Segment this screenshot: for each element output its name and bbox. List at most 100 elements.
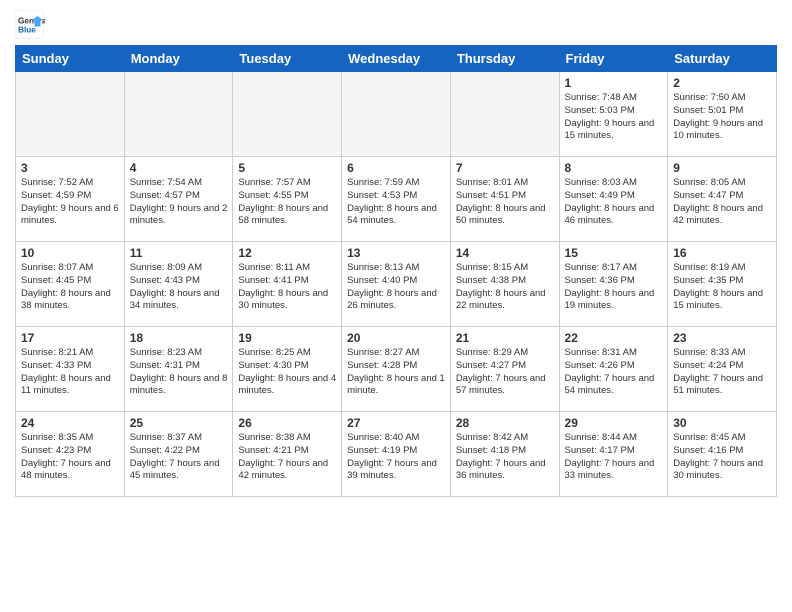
day-number: 22 bbox=[565, 331, 663, 345]
calendar-cell: 24 Sunrise: 8:35 AM Sunset: 4:23 PM Dayli… bbox=[16, 412, 125, 497]
calendar-cell bbox=[342, 72, 451, 157]
calendar-cell bbox=[124, 72, 233, 157]
week-row-1: 1Sunrise: 7:48 AM Sunset: 5:03 PM Daylig… bbox=[16, 72, 777, 157]
calendar-cell: 6 Sunrise: 7:59 AM Sunset: 4:53 PM Daylig… bbox=[342, 157, 451, 242]
calendar: SundayMondayTuesdayWednesdayThursdayFrid… bbox=[15, 45, 777, 497]
weekday-header-saturday: Saturday bbox=[668, 46, 777, 72]
page-container: General Blue SundayMondayTuesdayWednesda… bbox=[0, 0, 792, 502]
day-number: 24 bbox=[21, 416, 119, 430]
calendar-cell: 10Sunrise: 8:07 AM Sunset: 4:45 PM Dayli… bbox=[16, 242, 125, 327]
day-number: 7 bbox=[456, 161, 554, 175]
day-number: 18 bbox=[130, 331, 228, 345]
day-number: 6 bbox=[347, 161, 445, 175]
day-number: 15 bbox=[565, 246, 663, 260]
day-number: 27 bbox=[347, 416, 445, 430]
day-number: 21 bbox=[456, 331, 554, 345]
calendar-cell: 22 Sunrise: 8:31 AM Sunset: 4:26 PM Dayli… bbox=[559, 327, 668, 412]
calendar-cell: 20 Sunrise: 8:27 AM Sunset: 4:28 PM Dayli… bbox=[342, 327, 451, 412]
day-number: 8 bbox=[565, 161, 663, 175]
week-row-5: 24 Sunrise: 8:35 AM Sunset: 4:23 PM Dayli… bbox=[16, 412, 777, 497]
calendar-cell: 14 Sunrise: 8:15 AM Sunset: 4:38 PM Dayli… bbox=[450, 242, 559, 327]
day-info: Sunrise: 8:15 AM Sunset: 4:38 PM Dayligh… bbox=[456, 262, 554, 313]
day-number: 23 bbox=[673, 331, 771, 345]
weekday-header-tuesday: Tuesday bbox=[233, 46, 342, 72]
logo: General Blue bbox=[15, 10, 45, 40]
day-info: Sunrise: 8:19 AM Sunset: 4:35 PM Dayligh… bbox=[673, 262, 771, 313]
day-number: 25 bbox=[130, 416, 228, 430]
calendar-cell: 26 Sunrise: 8:38 AM Sunset: 4:21 PM Dayli… bbox=[233, 412, 342, 497]
day-number: 9 bbox=[673, 161, 771, 175]
weekday-header-row: SundayMondayTuesdayWednesdayThursdayFrid… bbox=[16, 46, 777, 72]
day-info: Sunrise: 7:50 AM Sunset: 5:01 PM Dayligh… bbox=[673, 92, 771, 143]
svg-text:General: General bbox=[18, 17, 45, 26]
svg-text:Blue: Blue bbox=[18, 26, 36, 35]
day-number: 4 bbox=[130, 161, 228, 175]
calendar-cell: 9 Sunrise: 8:05 AM Sunset: 4:47 PM Daylig… bbox=[668, 157, 777, 242]
day-number: 12 bbox=[238, 246, 336, 260]
day-info: Sunrise: 8:44 AM Sunset: 4:17 PM Dayligh… bbox=[565, 432, 663, 483]
day-number: 30 bbox=[673, 416, 771, 430]
day-number: 20 bbox=[347, 331, 445, 345]
day-info: Sunrise: 8:31 AM Sunset: 4:26 PM Dayligh… bbox=[565, 347, 663, 398]
day-number: 5 bbox=[238, 161, 336, 175]
day-info: Sunrise: 8:23 AM Sunset: 4:31 PM Dayligh… bbox=[130, 347, 228, 398]
header: General Blue bbox=[15, 10, 777, 40]
calendar-cell: 1Sunrise: 7:48 AM Sunset: 5:03 PM Daylig… bbox=[559, 72, 668, 157]
day-info: Sunrise: 7:54 AM Sunset: 4:57 PM Dayligh… bbox=[130, 177, 228, 228]
day-info: Sunrise: 8:11 AM Sunset: 4:41 PM Dayligh… bbox=[238, 262, 336, 313]
calendar-cell: 2 Sunrise: 7:50 AM Sunset: 5:01 PM Daylig… bbox=[668, 72, 777, 157]
day-info: Sunrise: 8:33 AM Sunset: 4:24 PM Dayligh… bbox=[673, 347, 771, 398]
day-info: Sunrise: 8:05 AM Sunset: 4:47 PM Dayligh… bbox=[673, 177, 771, 228]
day-info: Sunrise: 8:27 AM Sunset: 4:28 PM Dayligh… bbox=[347, 347, 445, 398]
calendar-cell: 21 Sunrise: 8:29 AM Sunset: 4:27 PM Dayli… bbox=[450, 327, 559, 412]
day-info: Sunrise: 8:37 AM Sunset: 4:22 PM Dayligh… bbox=[130, 432, 228, 483]
weekday-header-monday: Monday bbox=[124, 46, 233, 72]
calendar-cell bbox=[16, 72, 125, 157]
day-number: 11 bbox=[130, 246, 228, 260]
day-number: 3 bbox=[21, 161, 119, 175]
day-number: 26 bbox=[238, 416, 336, 430]
calendar-cell: 30 Sunrise: 8:45 AM Sunset: 4:16 PM Dayli… bbox=[668, 412, 777, 497]
calendar-cell: 15 Sunrise: 8:17 AM Sunset: 4:36 PM Dayli… bbox=[559, 242, 668, 327]
weekday-header-thursday: Thursday bbox=[450, 46, 559, 72]
calendar-cell: 25 Sunrise: 8:37 AM Sunset: 4:22 PM Dayli… bbox=[124, 412, 233, 497]
calendar-cell bbox=[450, 72, 559, 157]
day-info: Sunrise: 8:38 AM Sunset: 4:21 PM Dayligh… bbox=[238, 432, 336, 483]
day-info: Sunrise: 8:09 AM Sunset: 4:43 PM Dayligh… bbox=[130, 262, 228, 313]
calendar-cell: 12 Sunrise: 8:11 AM Sunset: 4:41 PM Dayli… bbox=[233, 242, 342, 327]
day-info: Sunrise: 7:57 AM Sunset: 4:55 PM Dayligh… bbox=[238, 177, 336, 228]
day-info: Sunrise: 8:29 AM Sunset: 4:27 PM Dayligh… bbox=[456, 347, 554, 398]
calendar-cell: 29 Sunrise: 8:44 AM Sunset: 4:17 PM Dayli… bbox=[559, 412, 668, 497]
day-number: 29 bbox=[565, 416, 663, 430]
weekday-header-friday: Friday bbox=[559, 46, 668, 72]
calendar-cell: 16 Sunrise: 8:19 AM Sunset: 4:35 PM Dayli… bbox=[668, 242, 777, 327]
calendar-cell: 17Sunrise: 8:21 AM Sunset: 4:33 PM Dayli… bbox=[16, 327, 125, 412]
calendar-cell: 3Sunrise: 7:52 AM Sunset: 4:59 PM Daylig… bbox=[16, 157, 125, 242]
day-info: Sunrise: 8:17 AM Sunset: 4:36 PM Dayligh… bbox=[565, 262, 663, 313]
day-info: Sunrise: 8:35 AM Sunset: 4:23 PM Dayligh… bbox=[21, 432, 119, 483]
day-info: Sunrise: 8:45 AM Sunset: 4:16 PM Dayligh… bbox=[673, 432, 771, 483]
day-number: 17 bbox=[21, 331, 119, 345]
calendar-cell: 13Sunrise: 8:13 AM Sunset: 4:40 PM Dayli… bbox=[342, 242, 451, 327]
calendar-cell: 8 Sunrise: 8:03 AM Sunset: 4:49 PM Daylig… bbox=[559, 157, 668, 242]
calendar-cell: 11 Sunrise: 8:09 AM Sunset: 4:43 PM Dayli… bbox=[124, 242, 233, 327]
day-number: 14 bbox=[456, 246, 554, 260]
day-number: 2 bbox=[673, 76, 771, 90]
calendar-cell: 18 Sunrise: 8:23 AM Sunset: 4:31 PM Dayli… bbox=[124, 327, 233, 412]
calendar-cell: 23 Sunrise: 8:33 AM Sunset: 4:24 PM Dayli… bbox=[668, 327, 777, 412]
week-row-2: 3Sunrise: 7:52 AM Sunset: 4:59 PM Daylig… bbox=[16, 157, 777, 242]
day-number: 16 bbox=[673, 246, 771, 260]
day-number: 28 bbox=[456, 416, 554, 430]
day-info: Sunrise: 8:01 AM Sunset: 4:51 PM Dayligh… bbox=[456, 177, 554, 228]
day-info: Sunrise: 7:48 AM Sunset: 5:03 PM Dayligh… bbox=[565, 92, 663, 143]
calendar-cell: 28Sunrise: 8:42 AM Sunset: 4:18 PM Dayli… bbox=[450, 412, 559, 497]
day-info: Sunrise: 8:03 AM Sunset: 4:49 PM Dayligh… bbox=[565, 177, 663, 228]
calendar-cell: 4 Sunrise: 7:54 AM Sunset: 4:57 PM Daylig… bbox=[124, 157, 233, 242]
weekday-header-wednesday: Wednesday bbox=[342, 46, 451, 72]
calendar-cell: 27 Sunrise: 8:40 AM Sunset: 4:19 PM Dayli… bbox=[342, 412, 451, 497]
day-number: 10 bbox=[21, 246, 119, 260]
calendar-cell: 5 Sunrise: 7:57 AM Sunset: 4:55 PM Daylig… bbox=[233, 157, 342, 242]
day-info: Sunrise: 8:40 AM Sunset: 4:19 PM Dayligh… bbox=[347, 432, 445, 483]
day-info: Sunrise: 8:25 AM Sunset: 4:30 PM Dayligh… bbox=[238, 347, 336, 398]
day-info: Sunrise: 7:59 AM Sunset: 4:53 PM Dayligh… bbox=[347, 177, 445, 228]
